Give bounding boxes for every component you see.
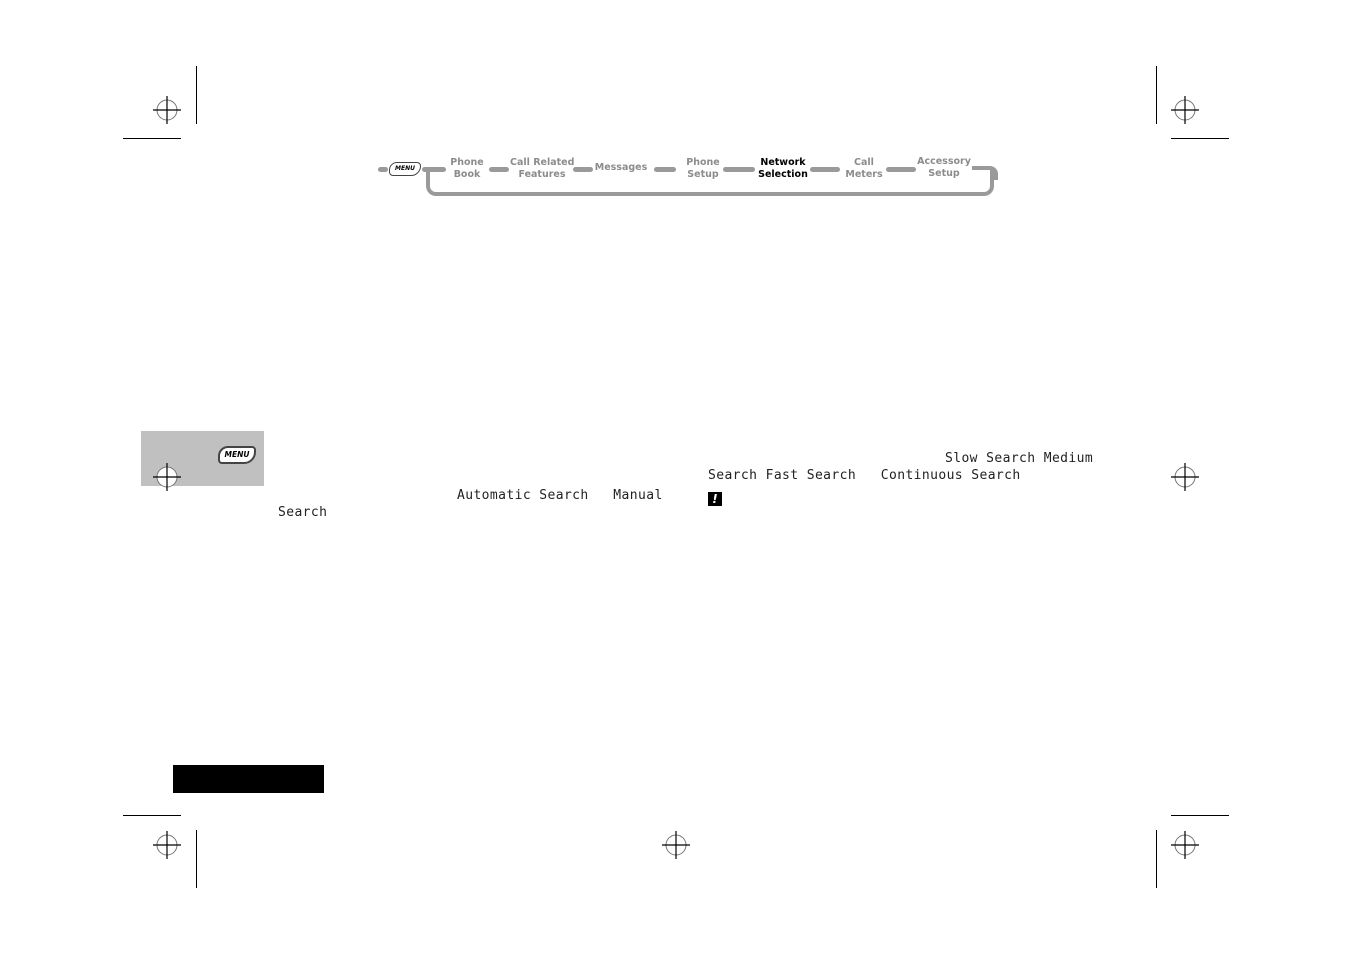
lcd-text-automatic-manual: Automatic Search Manual [457, 488, 663, 503]
nav-item-phone-book: Phone Book [446, 157, 488, 181]
crop-mark-bottom-right-v [1156, 830, 1157, 888]
menu-key-label: MENU [395, 165, 415, 172]
nav-return-loop-corner [972, 166, 998, 180]
nav-item-line1: Accessory [917, 156, 971, 167]
nav-item-line1: Call [854, 157, 874, 168]
nav-item-call-related-features: Call Related Features [510, 157, 574, 181]
lcd-text-fast-continuous: Search Fast Search Continuous Search [708, 468, 1021, 483]
registration-mark-icon [1170, 830, 1200, 860]
nav-connector [378, 167, 388, 172]
crop-mark-bottom-right-h [1171, 815, 1229, 816]
crop-mark-top-left-h [123, 138, 181, 139]
nav-item-line1: Network [760, 157, 806, 168]
crop-mark-top-right-h [1171, 138, 1229, 139]
nav-item-line1: Messages [594, 162, 648, 173]
nav-item-line1: Phone [686, 157, 720, 168]
nav-item-line2: Setup [687, 169, 719, 180]
menu-key-label: MENU [224, 450, 250, 459]
nav-item-accessory-setup: Accessory Setup [916, 156, 972, 180]
nav-item-line2: Meters [845, 169, 883, 180]
nav-connector [654, 167, 676, 172]
nav-item-line2: Setup [928, 168, 960, 179]
page-tab-bar [173, 765, 324, 793]
menu-key-icon: MENU [389, 162, 421, 176]
crop-mark-bottom-left-v [196, 830, 197, 888]
crop-mark-bottom-left-h [123, 815, 181, 816]
nav-item-line1: Call Related [510, 157, 575, 168]
registration-mark-icon [1170, 462, 1200, 492]
nav-item-phone-setup: Phone Setup [682, 157, 724, 181]
nav-connector [723, 167, 755, 172]
lcd-text-search: Search [278, 505, 328, 520]
nav-item-line2: Selection [758, 169, 808, 180]
registration-mark-icon [152, 462, 182, 492]
nav-connector [573, 167, 593, 172]
registration-mark-icon [152, 95, 182, 125]
crop-mark-top-right-v [1156, 66, 1157, 124]
nav-item-network-selection: Network Selection [756, 157, 810, 181]
crop-mark-top-left-v [196, 66, 197, 124]
nav-item-call-meters: Call Meters [842, 157, 886, 181]
registration-mark-icon [661, 830, 691, 860]
nav-item-line2: Book [453, 169, 481, 180]
warning-icon: ! [708, 492, 722, 506]
nav-item-line2: Features [518, 169, 566, 180]
nav-connector [489, 167, 509, 172]
lcd-text-slow-medium: Slow Search Medium [945, 451, 1094, 466]
nav-connector [886, 167, 916, 172]
registration-mark-icon [152, 830, 182, 860]
nav-item-messages: Messages [594, 162, 648, 174]
menu-key-icon: MENU [218, 446, 256, 464]
nav-item-line1: Phone [450, 157, 484, 168]
nav-connector [810, 167, 840, 172]
registration-mark-icon [1170, 95, 1200, 125]
